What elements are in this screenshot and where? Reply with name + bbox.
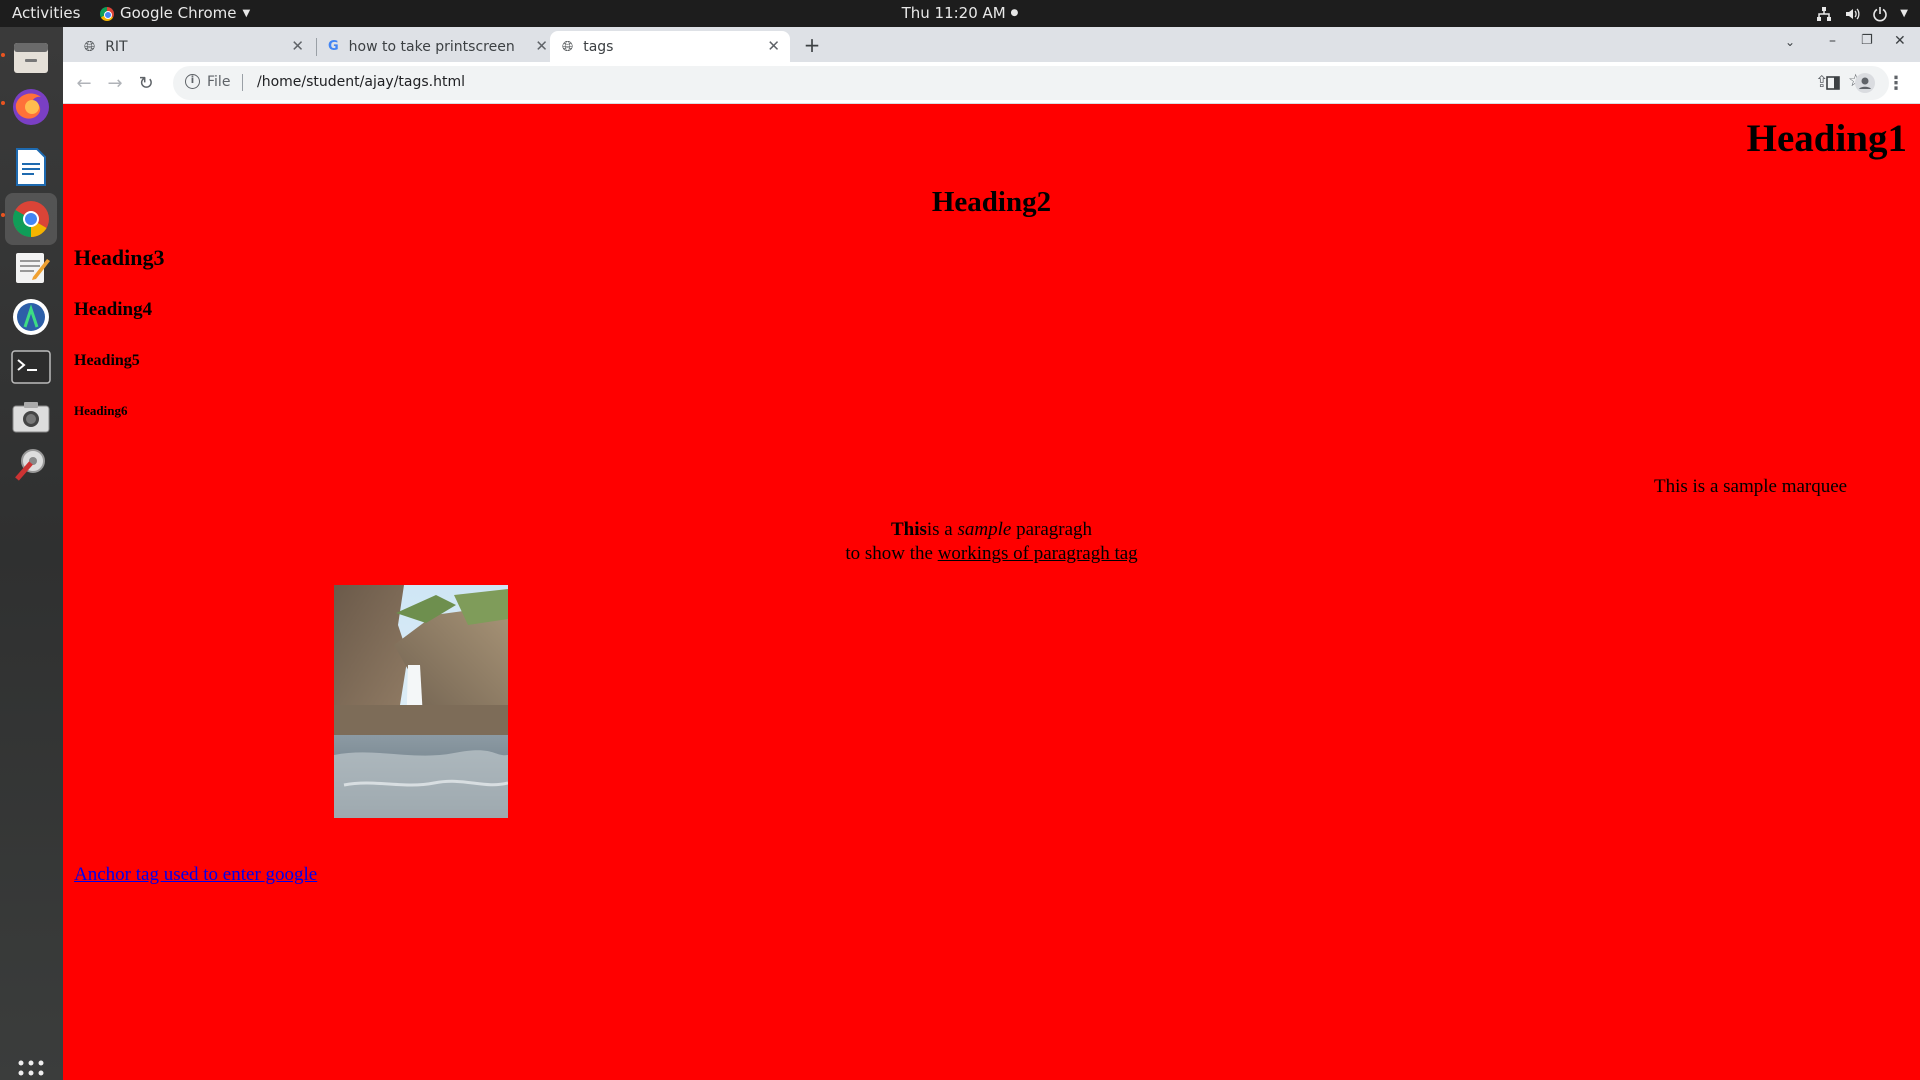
tab-search-button[interactable]: ⌄ xyxy=(1785,35,1795,49)
heading-1: Heading1 xyxy=(1746,117,1907,160)
profile-button[interactable] xyxy=(1852,70,1878,96)
side-panel-icon xyxy=(1826,76,1840,90)
tab-title: how to take printscreen i xyxy=(348,38,519,55)
android-studio-icon xyxy=(13,299,49,335)
close-tab-icon[interactable]: ✕ xyxy=(767,37,780,55)
dock-text-editor[interactable] xyxy=(5,241,57,293)
dock xyxy=(0,27,63,1080)
url-text[interactable]: /home/student/ajay/tags.html xyxy=(257,74,465,90)
url-divider xyxy=(242,74,243,91)
heading-6: Heading6 xyxy=(74,403,128,418)
notification-dot-icon: ● xyxy=(1010,8,1019,18)
globe-icon: 🌐︎ xyxy=(562,38,574,55)
text-editor-icon xyxy=(16,253,50,283)
grid-icon xyxy=(18,1060,44,1076)
tab-separator xyxy=(316,38,317,56)
heading-5: Heading5 xyxy=(74,352,140,369)
power-icon xyxy=(1873,6,1888,21)
paragraph-text: is a xyxy=(926,519,958,540)
minimize-button[interactable]: – xyxy=(1829,33,1836,49)
avatar-icon xyxy=(1855,73,1875,93)
app-menu[interactable]: Google Chrome ▼ xyxy=(100,0,250,27)
marquee-text: This is a sample marquee xyxy=(1654,476,1848,497)
tab-strip: 🌐︎ RIT ✕ G how to take printscreen i ✕ 🌐… xyxy=(63,27,1920,62)
dock-settings[interactable] xyxy=(5,437,57,489)
paragraph-bold-text: This xyxy=(890,519,927,540)
address-bar[interactable]: i File /home/student/ajay/tags.html ⇪ ☆ xyxy=(173,66,1889,100)
clock-area: Thu 11:20 AM ● xyxy=(0,0,1920,27)
caret-down-icon: ▼ xyxy=(1900,8,1908,19)
waterfall-image xyxy=(334,585,508,818)
dock-libreoffice-writer[interactable] xyxy=(5,141,57,193)
dock-show-applications[interactable] xyxy=(5,1047,57,1080)
forward-button[interactable]: → xyxy=(102,70,128,96)
restore-button[interactable]: ❐ xyxy=(1861,33,1873,48)
document-icon xyxy=(16,148,46,186)
activities-button[interactable]: Activities xyxy=(12,0,80,27)
files-icon xyxy=(14,43,48,73)
paragraph-text: to show the xyxy=(845,543,938,564)
info-icon: i xyxy=(185,74,200,89)
dock-android-studio[interactable] xyxy=(5,291,57,343)
menu-button[interactable]: ⋮ xyxy=(1883,70,1909,96)
tab-google-search[interactable]: G how to take printscreen i ✕ xyxy=(318,31,558,62)
close-tab-icon[interactable]: ✕ xyxy=(535,37,548,55)
url-scheme-label: File xyxy=(207,74,231,90)
tab-tags[interactable]: 🌐︎ tags ✕ xyxy=(550,31,790,62)
new-tab-button[interactable]: + xyxy=(799,33,825,59)
paragraph-italic-text: sample xyxy=(957,519,1012,540)
dock-terminal[interactable] xyxy=(5,341,57,393)
page-content: Heading1 Heading2 Heading3 Heading4 Head… xyxy=(63,104,1920,1080)
dock-files[interactable] xyxy=(5,31,57,83)
chrome-icon xyxy=(100,6,114,21)
side-panel-button[interactable] xyxy=(1820,70,1846,96)
dock-firefox[interactable] xyxy=(5,81,57,133)
system-tray[interactable]: ▼ xyxy=(1816,0,1908,27)
paragraph-text: paragragh xyxy=(1011,519,1093,540)
network-icon xyxy=(1817,6,1832,21)
caret-down-icon: ▼ xyxy=(242,8,251,19)
settings-tools-icon xyxy=(15,449,45,481)
browser-toolbar: ← → ↻ i File /home/student/ajay/tags.htm… xyxy=(63,62,1920,104)
clock[interactable]: Thu 11:20 AM xyxy=(902,4,1006,22)
google-icon: G xyxy=(328,39,339,54)
paragraph-underlined-text: workings of paragragh tag xyxy=(937,543,1138,564)
reload-button[interactable]: ↻ xyxy=(133,70,159,96)
heading-3: Heading3 xyxy=(74,245,165,270)
volume-icon xyxy=(1846,8,1860,19)
google-anchor-link[interactable]: Anchor tag used to enter google xyxy=(74,864,317,886)
app-menu-label: Google Chrome xyxy=(120,4,237,22)
dock-google-chrome[interactable] xyxy=(5,193,57,245)
browser-window: 🌐︎ RIT ✕ G how to take printscreen i ✕ 🌐… xyxy=(63,27,1920,1080)
top-bar: Activities Google Chrome ▼ Thu 11:20 AM … xyxy=(0,0,1920,27)
back-button[interactable]: ← xyxy=(71,70,97,96)
camera-icon xyxy=(12,402,50,433)
sample-paragraph: Thisis a sample paragragh to show the wo… xyxy=(63,518,1920,566)
terminal-icon xyxy=(11,350,51,384)
close-window-button[interactable]: ✕ xyxy=(1894,33,1906,49)
close-tab-icon[interactable]: ✕ xyxy=(291,37,304,55)
firefox-icon xyxy=(13,89,49,125)
dock-screenshot[interactable] xyxy=(5,391,57,443)
tab-rit[interactable]: 🌐︎ RIT ✕ xyxy=(74,31,314,62)
globe-icon: 🌐︎ xyxy=(84,38,96,55)
chrome-icon xyxy=(12,201,49,237)
tab-title: tags xyxy=(583,38,614,55)
heading-2: Heading2 xyxy=(931,186,1052,218)
tab-title: RIT xyxy=(105,38,128,55)
heading-4: Heading4 xyxy=(74,299,153,320)
